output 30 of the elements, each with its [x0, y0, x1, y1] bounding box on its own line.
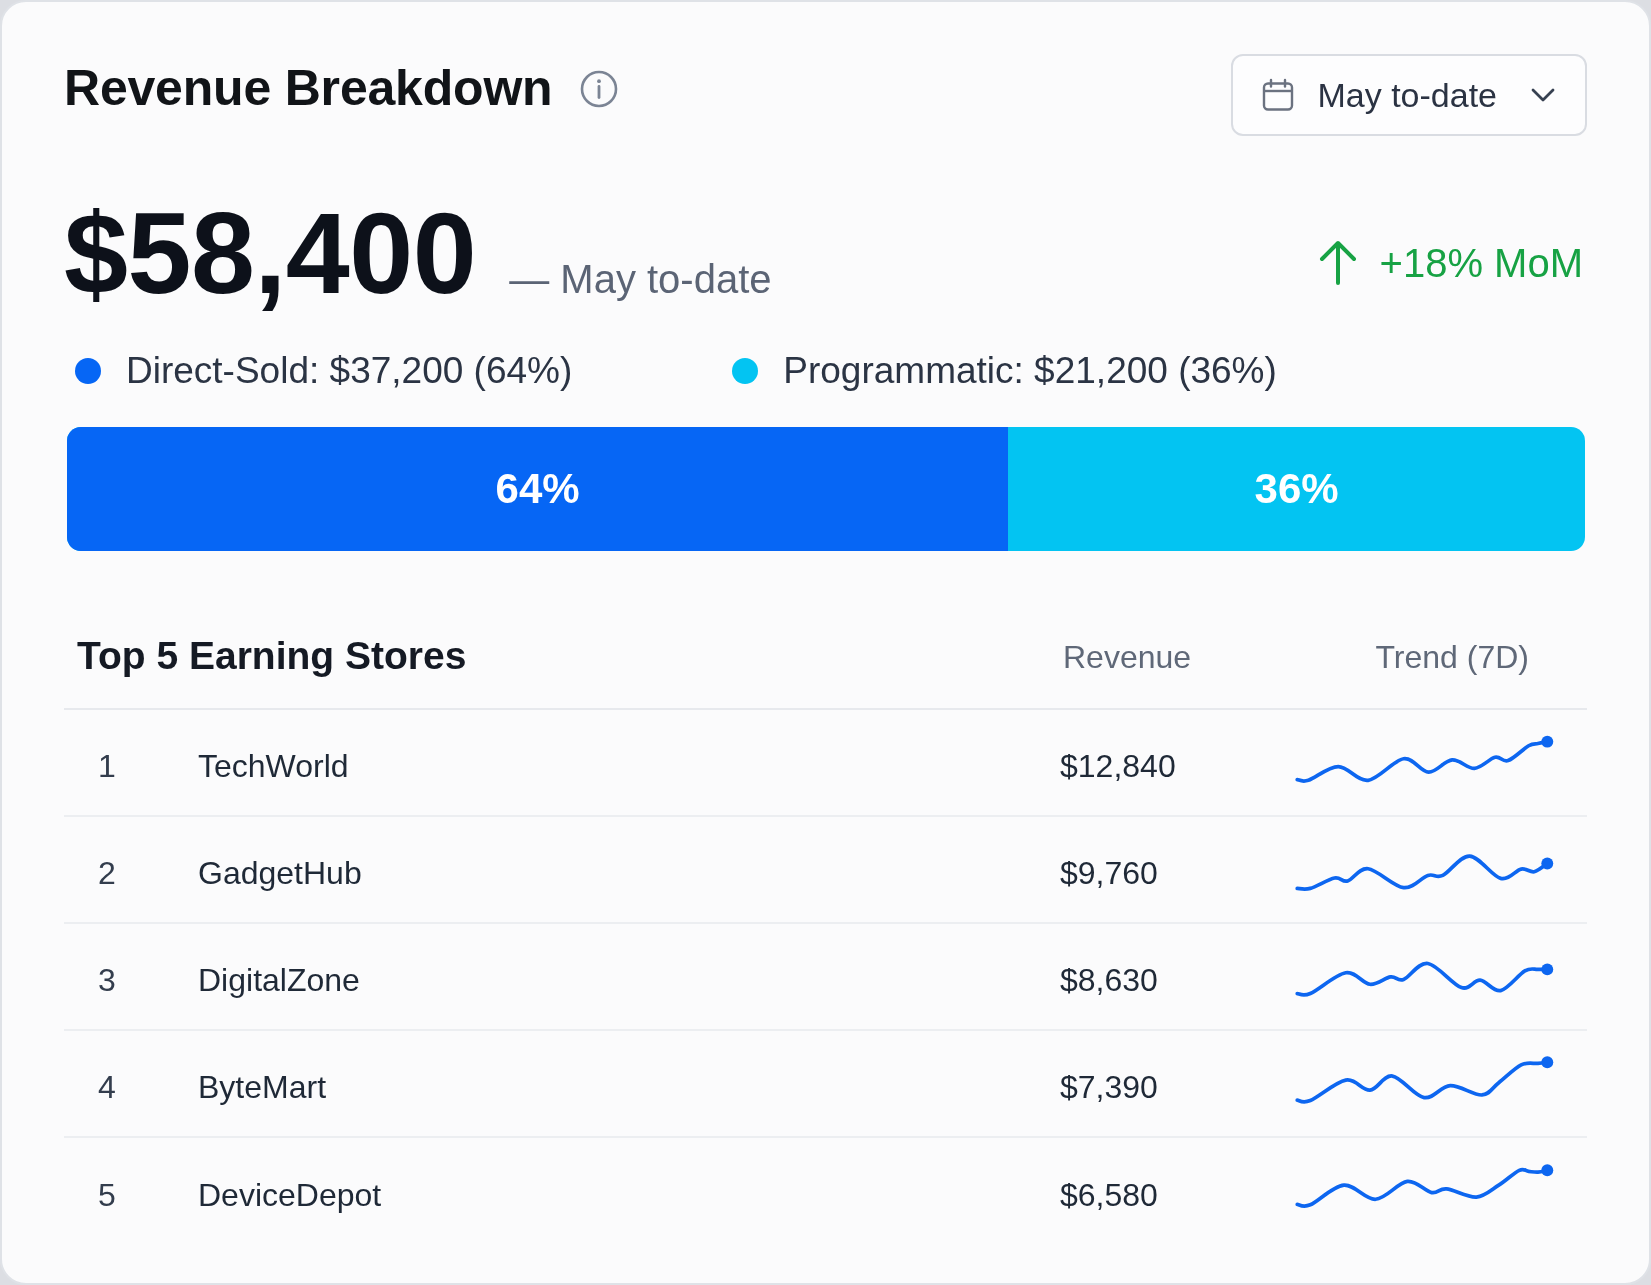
- store-name: ByteMart: [198, 1067, 328, 1107]
- card-title: Revenue Breakdown: [64, 60, 553, 118]
- revenue-value: $12,840: [1060, 746, 1177, 786]
- store-name: TechWorld: [198, 746, 350, 786]
- column-header: Revenue: [1062, 637, 1193, 676]
- info-icon[interactable]: [580, 70, 619, 108]
- store-name: GadgetHub: [198, 853, 363, 893]
- store-name: DigitalZone: [198, 960, 361, 1000]
- rank-number: 5: [98, 1175, 117, 1215]
- revenue-value: $9,760: [1060, 853, 1159, 893]
- rank-number: 1: [98, 746, 117, 786]
- period-label: — May to-date: [509, 256, 772, 303]
- bar-percent-label: 64%: [495, 468, 580, 511]
- rank-number: 2: [98, 853, 117, 893]
- column-header: Trend (7D): [1374, 637, 1530, 676]
- change-value: +18% MoM: [1379, 240, 1583, 285]
- revenue-value: $7,390: [1060, 1067, 1159, 1107]
- legend-label: Direct-Sold: $37,200 (64%): [126, 349, 573, 393]
- chevron-down-icon: [1531, 88, 1555, 102]
- bar-percent-label: 36%: [1254, 468, 1339, 511]
- calendar-icon: [1261, 78, 1296, 112]
- section-title: Top 5 Earning Stores: [77, 633, 468, 680]
- rank-number: 3: [98, 960, 117, 1000]
- store-name: DeviceDepot: [198, 1175, 383, 1215]
- legend-label: Programmatic: $21,200 (36%): [783, 349, 1277, 393]
- revenue-value: $6,580: [1060, 1175, 1159, 1215]
- revenue-value: $8,630: [1060, 960, 1159, 1000]
- rank-number: 4: [98, 1067, 117, 1107]
- total-amount: $58,400: [64, 196, 477, 311]
- period-dropdown[interactable]: May to-date: [1231, 54, 1587, 136]
